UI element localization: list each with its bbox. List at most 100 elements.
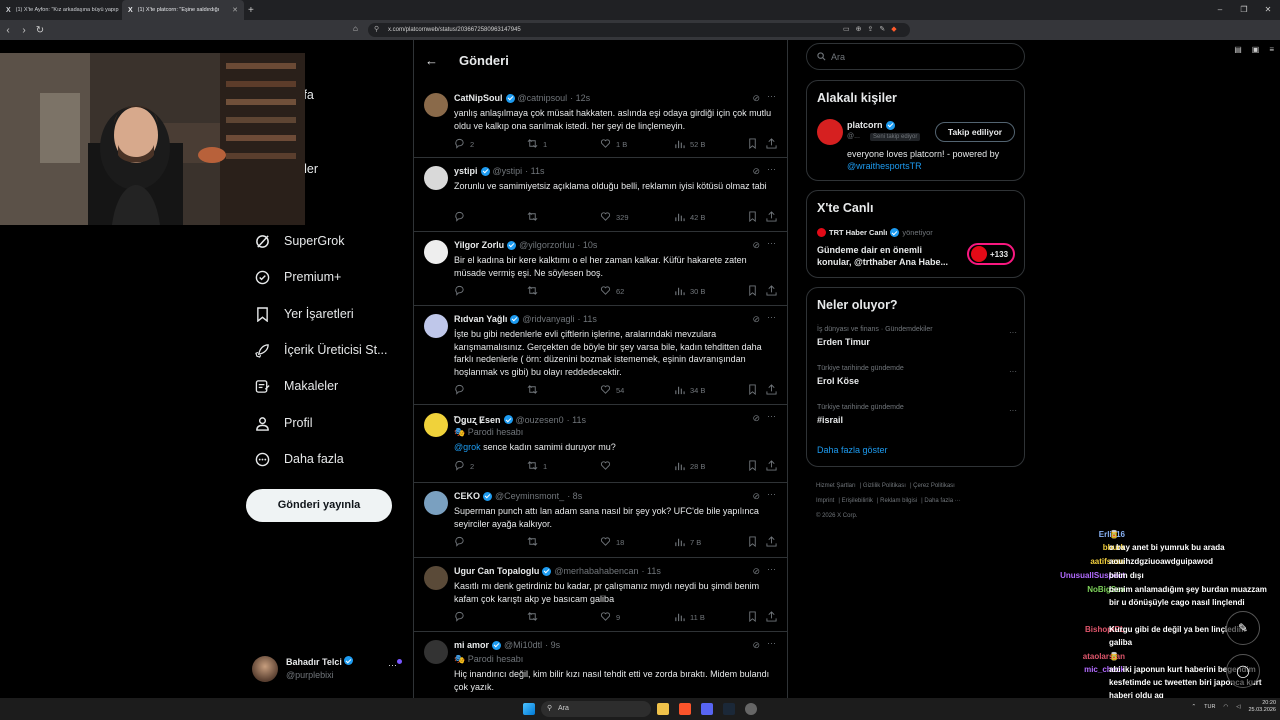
menu-icon[interactable]: ≡ <box>1269 40 1274 60</box>
more-icon[interactable]: ··· <box>1009 367 1017 376</box>
sidebar-item-supergrok[interactable]: SuperGrok <box>254 233 344 249</box>
author-name[interactable]: mi amor <box>454 640 489 650</box>
views-button[interactable]: 7 B <box>674 536 701 549</box>
url-field[interactable]: ⚲ x.com/platcornweb/status/2036672580963… <box>368 23 910 37</box>
repost-button[interactable] <box>527 211 543 224</box>
post-button[interactable]: Gönderi yayınla <box>246 489 392 522</box>
avatar[interactable] <box>424 491 448 515</box>
share-button[interactable] <box>766 285 777 298</box>
share-button[interactable] <box>766 138 777 151</box>
views-button[interactable]: 30 B <box>674 285 705 298</box>
tweet-time[interactable]: · 12s <box>570 93 590 103</box>
following-button[interactable]: Takip ediliyor <box>935 122 1015 142</box>
reply-button[interactable] <box>454 211 470 224</box>
repost-button[interactable] <box>527 384 543 397</box>
bookmark-button[interactable] <box>747 611 758 624</box>
steam-icon[interactable] <box>723 703 735 715</box>
bookmark-button[interactable] <box>747 138 758 151</box>
grok-icon[interactable]: ⊘ <box>752 240 760 251</box>
more-icon[interactable]: ··· <box>767 91 776 101</box>
author-handle[interactable]: @Mi10dtl <box>504 640 542 650</box>
grok-icon[interactable]: ⊘ <box>752 166 760 177</box>
tweet-time[interactable]: · 11s <box>578 314 597 324</box>
discord-icon[interactable] <box>701 703 713 715</box>
author-handle[interactable]: @catnipsoul <box>518 93 568 103</box>
reload-icon[interactable]: ↻ <box>32 25 48 36</box>
wifi-icon[interactable]: ◠ <box>1223 704 1228 711</box>
sidebar-item-premium[interactable]: Premium+ <box>254 269 341 285</box>
more-icon[interactable]: ··· <box>767 411 776 421</box>
show-more-link[interactable]: Daha fazla göster <box>817 445 888 455</box>
clock[interactable]: 20:20 25.03.2026 <box>1248 700 1276 714</box>
avatar[interactable] <box>424 93 448 117</box>
share-button[interactable] <box>766 536 777 549</box>
live-listeners[interactable]: +133 <box>967 243 1015 265</box>
author-name[interactable]: Ugur Can Topaloglu <box>454 566 539 576</box>
back-arrow-icon[interactable]: ← <box>425 53 445 68</box>
more-icon[interactable]: ··· <box>767 638 776 648</box>
platcorn-avatar[interactable] <box>817 119 843 145</box>
tray-chevron-icon[interactable]: ⌃ <box>1192 704 1197 711</box>
reply-tweet[interactable]: ystipi @ystipi · 11s ⊘ ··· Zorunlu ve sa… <box>414 158 787 232</box>
repost-button[interactable] <box>527 611 543 624</box>
brave-icon[interactable] <box>679 703 691 715</box>
repost-button[interactable] <box>527 285 543 298</box>
avatar[interactable] <box>424 413 448 437</box>
views-button[interactable]: 34 B <box>674 384 705 397</box>
share-button[interactable] <box>766 211 777 224</box>
bookmark-button[interactable] <box>747 211 758 224</box>
reply-button[interactable] <box>454 536 470 549</box>
reply-tweet[interactable]: CEKO @Ceyminsmont_ · 8s ⊘ ··· Superman p… <box>414 483 787 558</box>
reply-tweet[interactable]: Ugur Can Topaloglu @merhabahabencan · 11… <box>414 558 787 632</box>
close-tab-icon[interactable]: ✕ <box>232 6 238 14</box>
trend-item[interactable]: İş dünyası ve finans · Gündemdekiler Erde… <box>817 326 1017 347</box>
avatar[interactable] <box>424 314 448 338</box>
avatar[interactable] <box>424 240 448 264</box>
sidebar-item-more[interactable]: Daha fazla <box>254 451 344 467</box>
trend-item[interactable]: Türkiye tarihinde gündemde #israil ··· <box>817 404 1017 425</box>
author-name[interactable]: CatNipSoul <box>454 93 503 103</box>
tweet-time[interactable]: · 10s <box>577 240 597 250</box>
reply-tweet[interactable]: CatNipSoul @catnipsoul · 12s ⊘ ··· yanlı… <box>414 85 787 158</box>
tweet-time[interactable]: · 11s <box>525 166 544 176</box>
more-icon[interactable]: ··· <box>1009 328 1017 337</box>
grok-icon[interactable]: ⊘ <box>752 640 760 651</box>
tweet-time[interactable]: · 9s <box>545 640 560 650</box>
views-button[interactable]: 42 B <box>674 211 705 224</box>
reply-button[interactable]: 2 <box>454 460 474 473</box>
avatar[interactable] <box>424 566 448 590</box>
author-handle[interactable]: @ridvanyagli <box>522 314 574 324</box>
trend-item[interactable]: Türkiye tarihinde gündemde Erol Köse ··· <box>817 365 1017 386</box>
close-window-icon[interactable]: ✕ <box>1256 0 1280 20</box>
back-icon[interactable]: ‹ <box>0 25 16 36</box>
tab-1[interactable]: X (1) X'te Ayfon: "Kız arkadaşına büyü y… <box>0 0 122 20</box>
more-icon[interactable]: ··· <box>1009 406 1017 415</box>
bookmark-icon[interactable]: ⌂ <box>353 24 358 33</box>
search-input[interactable]: Ara <box>806 43 1025 70</box>
like-button[interactable]: 18 <box>600 536 624 549</box>
author-handle[interactable]: @Ceyminsmont_ <box>495 491 564 501</box>
more-icon[interactable]: ··· <box>767 164 776 174</box>
views-button[interactable]: 11 B <box>674 611 705 624</box>
like-button[interactable]: 1 B <box>600 138 627 151</box>
footer-link[interactable]: Erişilebilirlik <box>842 498 873 504</box>
bookmark-button[interactable] <box>747 459 758 473</box>
grok-icon[interactable]: ⊘ <box>752 314 760 325</box>
bookmark-button[interactable] <box>747 384 758 397</box>
new-tab-icon[interactable]: + <box>248 5 254 16</box>
forward-icon[interactable]: › <box>16 25 32 36</box>
like-button[interactable]: 62 <box>600 285 624 298</box>
more-icon[interactable]: ··· <box>767 238 776 248</box>
site-info-icon[interactable]: ⚲ <box>374 23 379 37</box>
views-button[interactable]: 28 B <box>674 460 705 473</box>
footer-link[interactable]: Gizlilik Politikası <box>863 483 906 489</box>
footer-link[interactable]: Daha fazla ··· <box>924 498 960 504</box>
repost-button[interactable]: 1 <box>527 138 547 151</box>
bio-link[interactable]: @wraithesportsTR <box>847 161 922 171</box>
tweet-time[interactable]: · 11s <box>642 566 661 576</box>
views-button[interactable]: 52 B <box>674 138 705 151</box>
mention-link[interactable]: @grok <box>454 442 481 452</box>
brave-shield-icon[interactable]: ◆ <box>891 23 896 37</box>
grok-icon[interactable]: ⊘ <box>752 491 760 502</box>
reply-tweet[interactable]: Ꝺǥuʐ Ɇsen @ouzesen0 · 11s ⊘ ··· 🎭 Parodi… <box>414 405 787 483</box>
